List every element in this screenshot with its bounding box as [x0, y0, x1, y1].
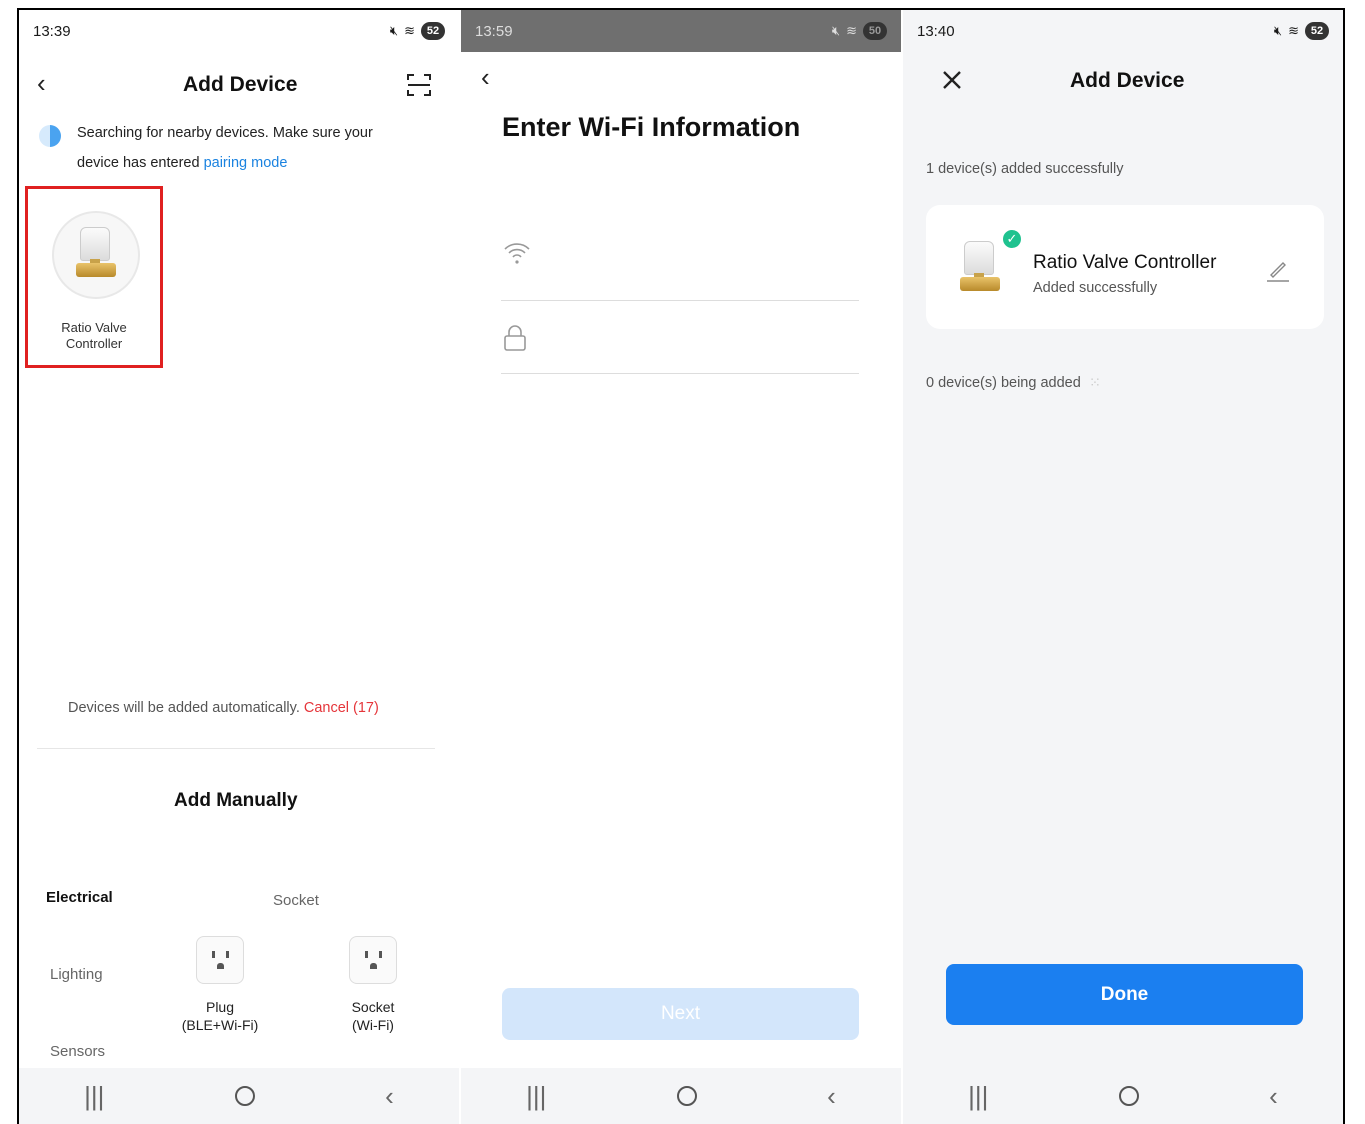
status-icons: 🔇︎ ≋ 50 — [832, 22, 887, 40]
edit-icon[interactable] — [1265, 259, 1291, 283]
right-border — [1343, 8, 1345, 1124]
status-bar: 13:40 🔇︎ ≋ 52 — [903, 10, 1343, 52]
status-bar: 13:59 🔇︎ ≋ 50 — [461, 10, 901, 52]
pending-count: 0 device(s) being added ⁙ — [926, 375, 1101, 391]
search-instructions: Searching for nearby devices. Make sure … — [77, 118, 417, 178]
searching-spinner-icon — [39, 125, 61, 147]
back-icon[interactable]: ‹ — [481, 62, 490, 93]
home-icon[interactable] — [234, 1086, 255, 1106]
status-icons: 🔇︎ ≋ 52 — [390, 22, 445, 40]
page-title: Enter Wi-Fi Information — [502, 112, 801, 142]
recent-apps-icon[interactable]: ||| — [526, 1081, 546, 1112]
plug-ble-wifi-item[interactable]: Plug (BLE+Wi-Fi) — [170, 936, 270, 1034]
close-icon[interactable] — [941, 69, 963, 91]
back-icon[interactable]: ‹ — [37, 68, 46, 99]
device-thumbnail — [958, 239, 1002, 299]
system-nav-bar: ||| ‹ — [19, 1068, 459, 1124]
cancel-link[interactable]: Cancel (17) — [304, 700, 379, 716]
recent-apps-icon[interactable]: ||| — [84, 1081, 104, 1112]
added-device-card: ✓ Ratio Valve Controller Added successfu… — [926, 205, 1324, 329]
device-name: Ratio Valve Controller — [1033, 252, 1217, 273]
section-label-socket: Socket — [273, 892, 319, 909]
battery-icon: 52 — [1305, 22, 1329, 40]
divider — [37, 748, 435, 749]
wifi-icon — [504, 243, 530, 264]
socket-icon — [349, 936, 397, 984]
plug-icon — [196, 936, 244, 984]
nav-back-icon[interactable]: ‹ — [385, 1081, 394, 1112]
nav-back-icon[interactable]: ‹ — [827, 1081, 836, 1112]
home-icon[interactable] — [676, 1086, 697, 1106]
wifi-signal-icon: ≋ — [404, 23, 415, 38]
nav-back-icon[interactable]: ‹ — [1269, 1081, 1278, 1112]
status-time: 13:59 — [475, 22, 513, 40]
device-status: Added successfully — [1033, 280, 1158, 296]
mute-icon: 🔇︎ — [831, 23, 841, 38]
wifi-signal-icon: ≋ — [1288, 23, 1299, 38]
done-button[interactable]: Done — [946, 964, 1303, 1025]
system-nav-bar: ||| ‹ — [903, 1068, 1343, 1124]
add-device-result-screen: 13:40 🔇︎ ≋ 52 Add Device 1 device(s) add… — [903, 10, 1343, 1124]
socket-wifi-item[interactable]: Socket (Wi-Fi) — [323, 936, 423, 1034]
loading-spinner-icon: ⁙ — [1088, 375, 1101, 391]
battery-icon: 50 — [863, 22, 887, 40]
status-time: 13:39 — [33, 22, 71, 40]
home-icon[interactable] — [1118, 1086, 1139, 1106]
wifi-info-screen: 13:59 🔇︎ ≋ 50 ‹ Enter Wi-Fi Information … — [461, 10, 901, 1124]
add-manually-title: Add Manually — [174, 790, 298, 811]
category-lighting[interactable]: Lighting — [50, 966, 103, 983]
success-check-icon: ✓ — [1001, 228, 1023, 250]
device-name: Ratio Valve Controller — [61, 320, 127, 351]
category-sensors[interactable]: Sensors — [50, 1043, 105, 1060]
password-field[interactable] — [501, 373, 859, 374]
status-icons: 🔇︎ ≋ 52 — [1274, 22, 1329, 40]
mute-icon: 🔇︎ — [1273, 23, 1283, 38]
system-nav-bar: ||| ‹ — [461, 1068, 901, 1124]
found-device-card[interactable]: Ratio Valve Controller — [25, 186, 163, 368]
battery-icon: 52 — [421, 22, 445, 40]
category-electrical[interactable]: Electrical — [46, 889, 113, 906]
valve-controller-image — [74, 225, 118, 285]
pairing-mode-link[interactable]: pairing mode — [204, 155, 288, 171]
page-title: Add Device — [1070, 69, 1185, 92]
wifi-name-field[interactable] — [501, 300, 859, 301]
lock-icon — [504, 325, 526, 351]
valve-controller-image — [958, 239, 1002, 299]
wifi-signal-icon: ≋ — [846, 23, 857, 38]
item-label: Plug (BLE+Wi-Fi) — [181, 999, 259, 1033]
recent-apps-icon[interactable]: ||| — [968, 1081, 988, 1112]
device-thumbnail — [52, 211, 140, 299]
item-label: Socket (Wi-Fi) — [351, 999, 395, 1033]
mute-icon: 🔇︎ — [389, 23, 399, 38]
status-bar: 13:39 🔇︎ ≋ 52 — [19, 10, 459, 52]
next-button[interactable]: Next — [502, 988, 859, 1040]
add-device-search-screen: 13:39 🔇︎ ≋ 52 ‹ Add Device Searching for… — [19, 10, 459, 1124]
auto-add-hint: Devices will be added automatically. Can… — [68, 700, 379, 716]
status-time: 13:40 — [917, 22, 955, 40]
page-title: Add Device — [183, 73, 298, 96]
success-count: 1 device(s) added successfully — [926, 161, 1124, 177]
scan-icon[interactable] — [406, 72, 432, 98]
